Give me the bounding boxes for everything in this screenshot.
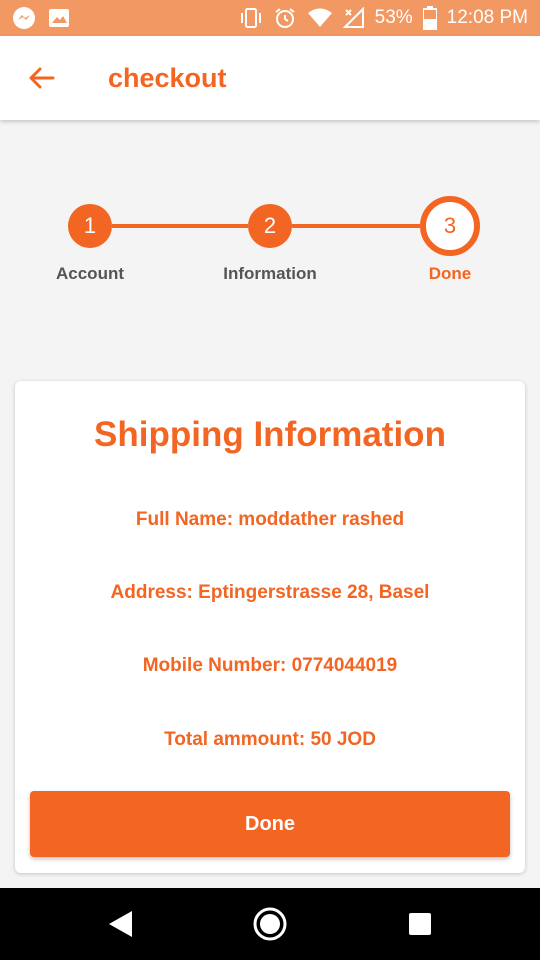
step-2-label: Information: [223, 264, 317, 283]
step-1-circle[interactable]: 1: [68, 204, 112, 248]
back-arrow-icon: [29, 67, 55, 89]
full-name-text: Full Name: moddather rashed: [135, 509, 405, 530]
step-connector-1: [112, 224, 248, 228]
nav-recents-icon: [409, 913, 431, 935]
checkout-stepper: 1 2 3 Account Information Done: [0, 180, 540, 300]
step-3-label: Done: [428, 264, 472, 283]
nav-back-button[interactable]: [102, 906, 138, 942]
address-text: Address: Eptingerstrasse 28, Basel: [110, 582, 430, 603]
battery-percent: 53%: [374, 7, 413, 28]
alarm-icon: [273, 6, 297, 30]
card-title: Shipping Information: [94, 415, 446, 454]
mobile-number-text: Mobile Number: 0774044019: [142, 655, 398, 676]
battery-icon: [422, 6, 437, 30]
app-bar: checkout: [0, 36, 540, 120]
total-amount-text: Total ammount: 50 JOD: [164, 729, 376, 750]
step-connector-2: [292, 224, 420, 228]
nav-home-button[interactable]: [252, 906, 288, 942]
vibrate-icon: [239, 7, 263, 29]
status-bar: 53% 12:08 PM: [0, 0, 540, 36]
status-time: 12:08 PM: [446, 7, 528, 28]
page-title: checkout: [108, 62, 227, 93]
system-nav-bar: [0, 888, 540, 960]
nav-home-icon: [253, 907, 287, 941]
nav-back-icon: [109, 911, 132, 937]
done-button[interactable]: Done: [30, 791, 510, 857]
nav-recents-button[interactable]: [402, 906, 438, 942]
signal-icon: [342, 7, 365, 29]
step-2-circle[interactable]: 2: [248, 204, 292, 248]
back-button[interactable]: [6, 36, 76, 120]
step-3-circle[interactable]: 3: [420, 196, 480, 256]
step-1-label: Account: [56, 264, 124, 283]
wifi-icon: [307, 7, 333, 29]
shipping-info-card: Shipping Information Full Name: moddathe…: [15, 381, 525, 873]
messenger-icon: [12, 6, 36, 30]
image-icon: [48, 8, 70, 28]
